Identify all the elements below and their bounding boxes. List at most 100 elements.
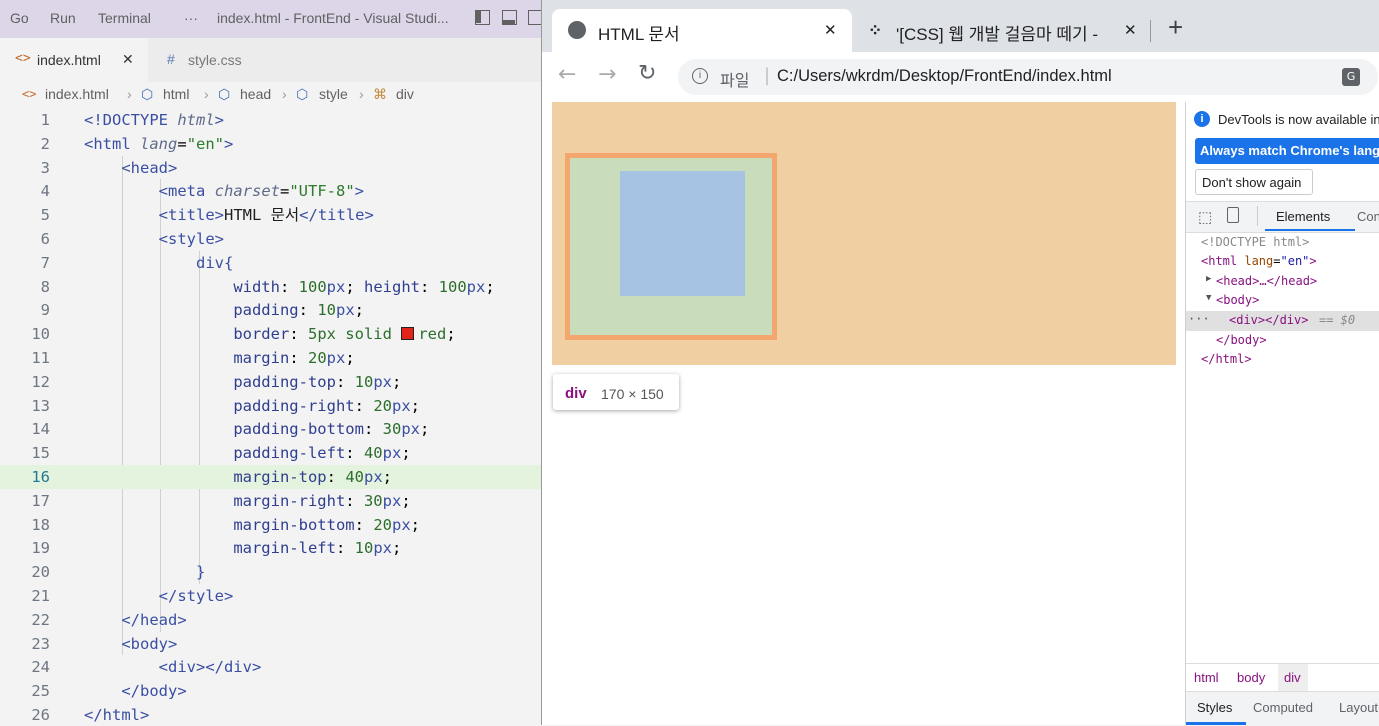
toggle-panel-icon[interactable]: [502, 10, 517, 25]
code-line[interactable]: 3 <head>: [0, 156, 541, 180]
reload-icon[interactable]: ↻: [638, 61, 656, 86]
breadcrumb: <> index.html › ⬡ html › ⬡ head › ⬡ styl…: [0, 82, 541, 108]
tab-styles[interactable]: Styles: [1197, 700, 1232, 715]
code-line[interactable]: 25 </body>: [0, 679, 541, 703]
code-line[interactable]: 11 margin: 20px;: [0, 346, 541, 370]
code-text: margin-right: 30px;: [233, 491, 411, 510]
crumb-div[interactable]: div: [1284, 670, 1301, 685]
chevron-right-icon: ›: [282, 86, 287, 102]
tab-computed[interactable]: Computed: [1253, 700, 1313, 715]
match-language-button[interactable]: Always match Chrome's langu: [1195, 138, 1379, 164]
code-line[interactable]: 9 padding: 10px;: [0, 298, 541, 322]
collapse-arrow-icon[interactable]: ▼: [1206, 293, 1211, 303]
chevron-right-icon: ›: [127, 86, 132, 102]
inspect-element-icon[interactable]: ⬚: [1198, 208, 1212, 226]
code-line[interactable]: 16 margin-top: 40px;: [0, 465, 541, 489]
breadcrumb-item[interactable]: style: [319, 86, 348, 102]
html-file-icon: <>: [15, 51, 31, 66]
code-line[interactable]: 21 </style>: [0, 584, 541, 608]
code-line[interactable]: 8 width: 100px; height: 100px;: [0, 275, 541, 299]
css-rule-icon: ⌘: [373, 86, 387, 102]
tab-layout[interactable]: Layout: [1339, 700, 1378, 715]
device-toolbar-icon[interactable]: [1227, 207, 1239, 223]
translate-icon[interactable]: G: [1342, 68, 1360, 86]
line-number: 15: [31, 444, 50, 463]
line-number: 25: [31, 682, 50, 701]
code-line[interactable]: 24 <div></div>: [0, 655, 541, 679]
tab-console[interactable]: Con: [1357, 209, 1379, 224]
code-text: padding: 10px;: [233, 301, 364, 320]
div-border-box[interactable]: [565, 153, 777, 340]
menu-terminal[interactable]: Terminal: [98, 10, 151, 26]
code-line[interactable]: 4 <meta charset="UTF-8">: [0, 179, 541, 203]
dom-selected-row[interactable]: ··· <div></div> == $0: [1186, 311, 1379, 331]
browser-tab[interactable]: ⁘ '[CSS] 웹 개발 걸음마 떼기 - ✕: [854, 9, 1149, 52]
breadcrumb-item[interactable]: div: [396, 86, 414, 102]
code-line[interactable]: 23 <body>: [0, 632, 541, 656]
toggle-secondary-sidebar-icon[interactable]: [528, 10, 541, 25]
menu-more[interactable]: ···: [184, 10, 198, 26]
code-line[interactable]: 20 }: [0, 560, 541, 584]
crumb-body[interactable]: body: [1237, 670, 1265, 685]
code-line[interactable]: 18 margin-bottom: 20px;: [0, 513, 541, 537]
code-text: <meta charset="UTF-8">: [158, 182, 365, 201]
code-line[interactable]: 15 padding-left: 40px;: [0, 441, 541, 465]
tab-index-html[interactable]: <> index.html ✕: [0, 38, 148, 82]
browser-tab-active[interactable]: HTML 문서 ✕: [552, 9, 852, 52]
code-line[interactable]: 6 <style>: [0, 227, 541, 251]
more-actions-icon[interactable]: ···: [1188, 312, 1210, 326]
dom-html-node[interactable]: <html lang="en">: [1201, 254, 1317, 268]
code-line[interactable]: 14 padding-bottom: 30px;: [0, 417, 541, 441]
new-tab-button[interactable]: +: [1168, 12, 1183, 43]
code-text: </style>: [158, 587, 234, 605]
code-line[interactable]: 12 padding-top: 10px;: [0, 370, 541, 394]
dom-body-node[interactable]: <body>: [1216, 293, 1259, 307]
dom-selected-marker: == $0: [1319, 313, 1356, 327]
line-number: 1: [40, 111, 50, 129]
menu-run[interactable]: Run: [50, 10, 76, 26]
code-line[interactable]: 19 margin-left: 10px;: [0, 536, 541, 560]
back-icon[interactable]: ←: [558, 62, 576, 87]
dom-html-close[interactable]: </html>: [1201, 352, 1252, 366]
window-title: index.html - FrontEnd - Visual Studi...: [217, 10, 449, 26]
code-line[interactable]: 10 border: 5px solid red;: [0, 322, 541, 346]
breadcrumb-item[interactable]: html: [163, 86, 189, 102]
address-bar[interactable]: i 파일 | C:/Users/wkrdm/Desktop/FrontEnd/i…: [678, 59, 1378, 95]
code-line[interactable]: 7 div{: [0, 251, 541, 275]
info-icon: i: [1194, 111, 1210, 127]
toggle-sidebar-icon[interactable]: [475, 10, 490, 25]
close-icon[interactable]: ✕: [824, 21, 837, 39]
breadcrumb-item[interactable]: head: [240, 86, 271, 102]
code-line[interactable]: 26 </html>: [0, 703, 541, 725]
code-line[interactable]: 5 <title>HTML 문서</title>: [0, 203, 541, 227]
dont-show-again-button[interactable]: Don't show again: [1195, 169, 1313, 195]
close-icon[interactable]: ✕: [1124, 21, 1137, 39]
page-viewport: [552, 102, 1176, 365]
close-icon[interactable]: ✕: [122, 51, 134, 68]
forward-icon[interactable]: →: [598, 62, 616, 87]
breadcrumb-item[interactable]: index.html: [45, 86, 109, 102]
tab-style-css[interactable]: # style.css: [149, 38, 297, 82]
code-line[interactable]: 17 margin-right: 30px;: [0, 489, 541, 513]
dom-head-node[interactable]: <head>…</head>: [1216, 274, 1317, 288]
info-icon[interactable]: i: [692, 68, 708, 84]
code-line[interactable]: 13 padding-right: 20px;: [0, 394, 541, 418]
crumb-html[interactable]: html: [1194, 670, 1219, 685]
devtools-tab-bar: ⬚ Elements Con: [1186, 201, 1379, 233]
code-editor[interactable]: 1 <!DOCTYPE html> 2 <html lang="en"> 3 <head…: [0, 108, 541, 725]
expand-arrow-icon[interactable]: ▶: [1206, 274, 1211, 284]
url-prefix: 파일: [720, 73, 750, 90]
code-line[interactable]: 2 <html lang="en">: [0, 132, 541, 156]
line-number: 14: [31, 420, 50, 439]
divider: [1257, 206, 1258, 226]
dom-doctype[interactable]: <!DOCTYPE html>: [1201, 235, 1309, 249]
menu-go[interactable]: Go: [10, 10, 29, 26]
line-number: 3: [40, 158, 50, 177]
code-line[interactable]: 1 <!DOCTYPE html>: [0, 108, 541, 132]
code-line[interactable]: 22 </head>: [0, 608, 541, 632]
tab-title: HTML 문서: [598, 25, 680, 44]
line-number: 6: [40, 230, 50, 248]
code-text: padding-right: 20px;: [233, 396, 420, 415]
dom-body-close[interactable]: </body>: [1216, 333, 1267, 347]
tab-elements[interactable]: Elements: [1276, 209, 1330, 224]
